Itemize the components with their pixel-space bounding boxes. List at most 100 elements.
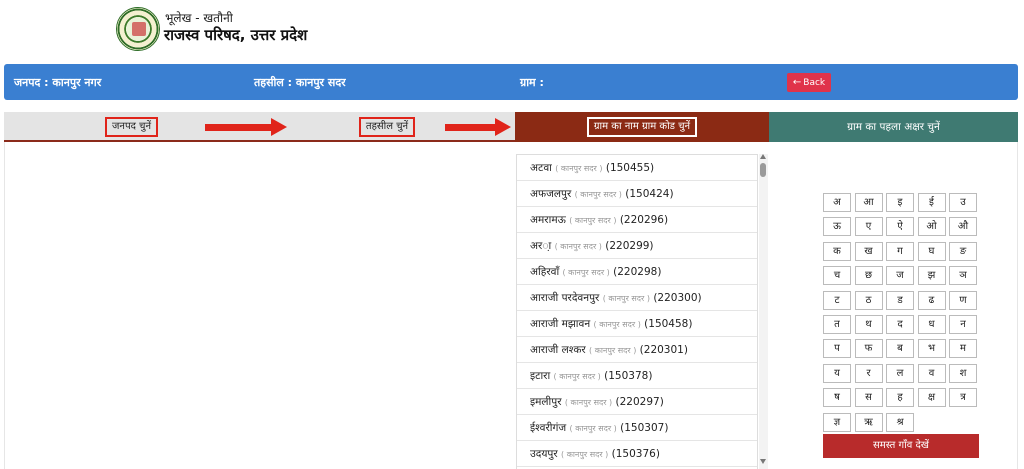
selected-district: जनपद : कानपुर नगर xyxy=(14,76,102,89)
letter-button[interactable]: र xyxy=(854,363,883,383)
letter-button[interactable]: झ xyxy=(917,266,946,286)
village-tehsil: ( कानपुर सदर ) xyxy=(554,242,602,251)
letter-button[interactable]: फ xyxy=(854,339,883,359)
letter-button[interactable]: ड xyxy=(886,290,914,310)
letter-button[interactable]: म xyxy=(949,339,977,359)
village-code: (150307) xyxy=(620,422,669,434)
tab-village[interactable]: ग्राम का नाम ग्राम कोड चुनें xyxy=(515,112,769,142)
letter-button[interactable]: ऋ xyxy=(854,412,883,432)
letter-button[interactable]: च xyxy=(823,266,851,286)
letter-button[interactable]: त्र xyxy=(949,388,977,408)
letter-button[interactable]: श्र xyxy=(886,412,914,432)
village-name: अर◌ा़ xyxy=(530,240,552,252)
letter-button[interactable]: आ xyxy=(854,193,883,212)
step-tabs: जनपद चुनें तहसील चुनें ग्राम का नाम ग्रा… xyxy=(4,112,1018,142)
letter-button[interactable]: ढ xyxy=(917,290,946,310)
back-button[interactable]: ← Back xyxy=(787,73,831,92)
village-name: उदयपुर xyxy=(530,448,558,460)
village-name: ईश्वरीगंज xyxy=(530,422,567,434)
letter-button[interactable]: ठ xyxy=(854,290,883,310)
letter-button[interactable]: ई xyxy=(917,193,946,212)
village-list-item[interactable]: अमरामऊ ( कानपुर सदर ) (220296) xyxy=(517,207,757,233)
letter-button[interactable]: ख xyxy=(854,241,883,261)
letter-button[interactable]: क्ष xyxy=(917,388,946,408)
letter-button[interactable]: अ xyxy=(823,193,851,212)
show-all-villages-button[interactable]: समस्त गाँव देखें xyxy=(823,434,979,458)
village-list-item[interactable]: अटवा ( कानपुर सदर ) (150455) xyxy=(517,155,757,181)
village-code: (220296) xyxy=(619,214,669,226)
letter-button[interactable]: ल xyxy=(886,363,914,383)
village-list-item[interactable]: आराजी मझावन ( कानपुर सदर ) (150458) xyxy=(517,311,757,337)
village-code: (220298) xyxy=(613,266,662,278)
village-name: अमरामऊ xyxy=(530,214,566,226)
village-tehsil: ( कानपुर सदर ) xyxy=(569,216,617,225)
village-list-item[interactable]: इटारा ( कानपुर सदर ) (150378) xyxy=(517,363,757,389)
letter-button[interactable]: ओ xyxy=(917,217,946,237)
letter-button[interactable]: इ xyxy=(886,193,914,212)
letter-button[interactable]: औ xyxy=(949,217,977,237)
letter-button[interactable]: ब xyxy=(886,339,914,359)
letter-button[interactable]: व xyxy=(917,363,946,383)
village-list-item[interactable]: इमलीपुर ( कानपुर सदर ) (220297) xyxy=(517,389,757,415)
letter-button[interactable]: घ xyxy=(917,241,946,261)
village-name: आराजी मझावन xyxy=(530,318,591,330)
village-tehsil: ( कानपुर सदर ) xyxy=(553,372,601,381)
village-name: अहिरवाँ xyxy=(530,266,560,278)
scroll-up-icon[interactable] xyxy=(760,154,766,159)
arrow-left-icon: ← xyxy=(792,77,802,88)
village-tehsil: ( कानपुर सदर ) xyxy=(569,424,617,433)
village-name: इमलीपुर xyxy=(530,396,562,408)
letter-button[interactable]: ध xyxy=(917,315,946,334)
village-name: इटारा xyxy=(530,370,551,382)
letter-button[interactable]: स xyxy=(854,388,883,408)
letter-button[interactable]: ग xyxy=(886,241,914,261)
letter-button[interactable]: ञ xyxy=(949,266,977,286)
letter-button[interactable]: त xyxy=(823,315,851,334)
village-list-item[interactable]: अर◌ा़ ( कानपुर सदर ) (220299) xyxy=(517,233,757,259)
village-list-item[interactable]: उदयपुर ( कानपुर सदर ) (150376) xyxy=(517,441,757,467)
letter-button[interactable]: थ xyxy=(854,315,883,334)
letter-button[interactable]: ष xyxy=(823,388,851,408)
letter-button[interactable]: य xyxy=(823,363,851,383)
letter-button[interactable]: ए xyxy=(854,217,883,237)
letter-button[interactable]: छ xyxy=(854,266,883,286)
village-list-item[interactable]: ईश्वरीगंज ( कानपुर सदर ) (150307) xyxy=(517,415,757,441)
village-tehsil: ( कानपुर सदर ) xyxy=(561,450,609,459)
letter-button[interactable]: ऐ xyxy=(886,217,914,237)
letter-button[interactable]: न xyxy=(949,315,977,334)
tab-first-letter[interactable]: ग्राम का पहला अक्षर चुनें xyxy=(769,112,1018,142)
scroll-thumb[interactable] xyxy=(760,163,766,177)
village-code: (150376) xyxy=(611,448,660,460)
village-list-scrollbar[interactable] xyxy=(759,154,768,469)
village-tehsil: ( कानपुर सदर ) xyxy=(602,294,650,303)
letter-button[interactable]: ट xyxy=(823,290,851,310)
village-list-item[interactable]: आराजी परदेवनपुर ( कानपुर सदर ) (220300) xyxy=(517,285,757,311)
letter-button[interactable]: भ xyxy=(917,339,946,359)
letter-button[interactable]: ज्ञ xyxy=(823,412,851,432)
letter-button[interactable]: श xyxy=(949,363,977,383)
village-list-item[interactable]: अफजलपुर ( कानपुर सदर ) (150424) xyxy=(517,181,757,207)
letter-button[interactable]: प xyxy=(823,339,851,359)
scroll-down-icon[interactable] xyxy=(760,459,766,464)
letter-button[interactable]: ङ xyxy=(949,241,977,261)
village-tehsil: ( कानपुर सदर ) xyxy=(555,164,603,173)
site-title: राजस्व परिषद, उत्तर प्रदेश xyxy=(164,26,308,44)
village-list-item[interactable]: अहिरवाँ ( कानपुर सदर ) (220298) xyxy=(517,259,757,285)
letter-button[interactable]: ह xyxy=(886,388,914,408)
revenue-board-logo xyxy=(116,7,160,51)
letter-button[interactable]: उ xyxy=(949,193,977,212)
tab-village-label: ग्राम का नाम ग्राम कोड चुनें xyxy=(586,117,698,137)
letter-button[interactable]: ऊ xyxy=(823,217,851,237)
letter-button[interactable]: ज xyxy=(886,266,914,286)
village-name: आराजी लश्कर xyxy=(530,344,586,356)
site-header: भूलेख - खतौनी राजस्व परिषद, उत्तर प्रदेश xyxy=(0,0,1024,62)
letter-button[interactable]: द xyxy=(886,315,914,334)
letter-button[interactable]: ण xyxy=(949,290,977,310)
village-name: आराजी परदेवनपुर xyxy=(530,292,600,304)
village-list-item[interactable]: आराजी लश्कर ( कानपुर सदर ) (220301) xyxy=(517,337,757,363)
letter-button[interactable]: क xyxy=(823,241,851,261)
site-subtitle: भूलेख - खतौनी xyxy=(165,11,233,25)
village-code: (150458) xyxy=(644,318,693,330)
village-code: (220297) xyxy=(615,396,664,408)
village-tehsil: ( कानपुर सदर ) xyxy=(593,320,641,329)
